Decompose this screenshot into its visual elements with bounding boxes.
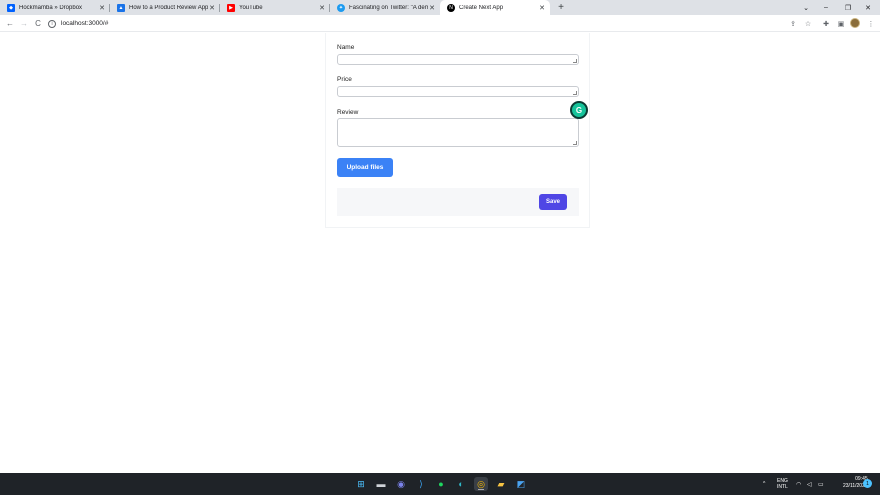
menu-kebab-icon[interactable]: ⋮ — [865, 15, 877, 32]
price-field[interactable] — [337, 86, 579, 97]
tab-twitter[interactable]: ✦ Fascinating on Twitter: "A demo ✕ — [330, 0, 440, 15]
minimize-button[interactable]: – — [815, 0, 837, 15]
bookmark-star-icon[interactable]: ☆ — [802, 15, 814, 32]
windows-start-icon[interactable]: ⊞ — [354, 477, 368, 491]
resize-handle-icon[interactable] — [573, 59, 577, 63]
review-textarea[interactable] — [337, 118, 579, 147]
nextjs-icon: N — [447, 3, 455, 12]
form-footer: Save — [337, 188, 579, 216]
tab-label: Fascinating on Twitter: "A demo — [349, 4, 428, 11]
window-close-button[interactable]: ✕ — [857, 0, 879, 15]
site-info-icon[interactable]: i — [48, 19, 56, 28]
youtube-icon: ▶ — [227, 3, 235, 12]
close-icon[interactable]: ✕ — [98, 4, 106, 12]
tab-label: Create Next App — [459, 4, 504, 11]
keyboard-layout: INTL — [777, 484, 788, 490]
resize-handle-icon[interactable] — [573, 141, 577, 145]
extensions-icon[interactable]: ✚ — [820, 15, 832, 32]
resize-handle-icon[interactable] — [573, 91, 577, 95]
chrome-icon[interactable]: ◎ — [474, 477, 488, 491]
reload-button[interactable]: C — [32, 15, 44, 32]
tab-label: Hockmamba » Dropbox — [19, 4, 83, 11]
close-icon[interactable]: ✕ — [318, 4, 326, 12]
twitter-icon: ✦ — [337, 3, 345, 12]
tab-product-review[interactable]: ▲ How to a Product Review Applic ✕ — [110, 0, 220, 15]
vscode-icon[interactable]: ⟩ — [414, 477, 428, 491]
name-field[interactable] — [337, 54, 579, 65]
back-button[interactable]: ← — [4, 15, 16, 32]
folder-icon[interactable]: ▰ — [494, 477, 508, 491]
dropbox-icon: ◆ — [7, 3, 15, 12]
save-button[interactable]: Save — [539, 194, 567, 210]
file-explorer-icon[interactable]: ▬ — [374, 477, 388, 491]
new-tab-button[interactable]: + — [554, 0, 568, 15]
name-label: Name — [337, 44, 355, 51]
close-icon[interactable]: ✕ — [538, 4, 546, 12]
battery-icon[interactable]: ▭ — [818, 473, 824, 495]
close-icon[interactable]: ✕ — [208, 4, 216, 12]
tab-youtube[interactable]: ▶ YouTube ✕ — [220, 0, 330, 15]
profile-avatar[interactable] — [850, 18, 860, 28]
speaker-icon[interactable]: ◁ — [807, 473, 812, 495]
close-icon[interactable]: ✕ — [428, 4, 436, 12]
tab-strip: ◆ Hockmamba » Dropbox ✕ ▲ How to a Produ… — [0, 0, 880, 15]
address-bar[interactable]: i localhost:3000/# — [48, 17, 818, 30]
windows-taskbar: ⊞ ▬ ◉ ⟩ ● ◐ ◎ ▰ ◩ ^ ENG INTL ◠ ◁ ▭ 09:45… — [0, 473, 880, 495]
paint-icon[interactable]: ◩ — [514, 477, 528, 491]
restore-button[interactable]: ❐ — [837, 0, 859, 15]
grammarly-icon[interactable]: G — [570, 101, 588, 119]
tab-dropbox[interactable]: ◆ Hockmamba » Dropbox ✕ — [0, 0, 110, 15]
tab-create-next-app[interactable]: N Create Next App ✕ — [440, 0, 550, 15]
browser-toolbar: ← → C i localhost:3000/# ⇪ ☆ ✚ ▣ ⋮ — [0, 15, 880, 32]
chat-icon[interactable]: ◉ — [394, 477, 408, 491]
upload-files-button[interactable]: Upload files — [337, 158, 393, 177]
review-form-card: Name Price Review Upload files Save — [325, 33, 590, 228]
graduation-cap-icon: ▲ — [117, 3, 125, 12]
tab-label: YouTube — [239, 4, 263, 11]
price-label: Price — [337, 76, 352, 83]
tray-chevron-icon[interactable]: ^ — [763, 473, 765, 495]
edge-icon[interactable]: ◐ — [454, 477, 468, 491]
forward-button[interactable]: → — [18, 15, 30, 32]
screen: ◆ Hockmamba » Dropbox ✕ ▲ How to a Produ… — [0, 0, 880, 495]
side-panel-icon[interactable]: ▣ — [835, 15, 847, 32]
review-label: Review — [337, 109, 359, 116]
spotify-icon[interactable]: ● — [434, 477, 448, 491]
wifi-icon[interactable]: ◠ — [796, 473, 801, 495]
share-icon[interactable]: ⇪ — [787, 15, 799, 32]
address-text: localhost:3000/# — [61, 20, 109, 27]
language-indicator[interactable]: ENG INTL — [777, 473, 788, 495]
tab-search-icon[interactable]: ⌄ — [795, 0, 817, 15]
tab-label: How to a Product Review Applic — [129, 4, 208, 11]
notification-badge[interactable]: 1 — [863, 479, 872, 488]
running-indicator — [478, 489, 484, 490]
